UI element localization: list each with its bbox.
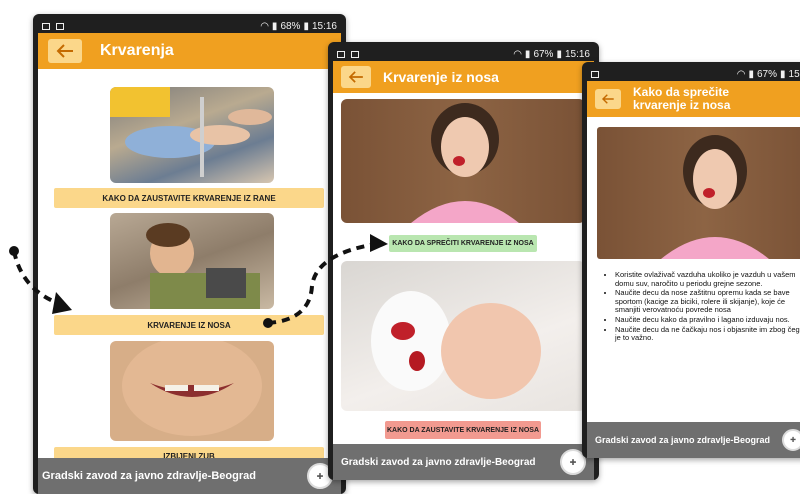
wound-bleeding-photo[interactable] [110,87,274,183]
card-list: KAKO DA ZAUSTAVITE KRVARENJE IZ RANE KRV… [38,69,341,465]
nosebleed-girl-image [411,103,519,223]
gallery-notification-icon [56,22,64,30]
phone-screen-kako-da-sprecite: ◠ ▮ 67% ▮ 15:1 Kako da sprečite krvarenj… [582,62,800,458]
card-label-wound-bleeding[interactable]: KAKO DA ZAUSTAVITE KRVARENJE IZ RANE [54,188,324,208]
signal-icon: ▮ [524,48,531,60]
card-label-stop-nosebleed[interactable]: KAKO DA ZAUSTAVITE KRVARENJE IZ NOSA [385,421,541,439]
nosebleed-girl-photo[interactable] [341,99,585,223]
phone-screen-krvarenja: ◠ ▮ 68% ▮ 15:16 Krvarenja KAKO DA ZAUSTA… [33,14,346,494]
wifi-icon: ◠ [736,68,746,80]
back-button[interactable] [595,89,621,109]
wifi-icon: ◠ [513,48,522,60]
tip-item: Naučite decu kako da pravilno i lagano i… [615,315,800,325]
status-time: 15:1 [788,68,800,80]
card-label-nosebleed[interactable]: KRVARENJE IZ NOSA [54,315,324,335]
wound-bleeding-image [110,87,272,177]
arrow-left-icon [601,94,614,104]
app-bar: Krvarenje iz nosa [333,61,594,93]
battery-level: 68% [280,20,301,32]
bloody-tissue-photo[interactable] [341,261,585,411]
page-title: Krvarenje iz nosa [383,69,499,85]
card-label-prevent-nosebleed[interactable]: KAKO DA SPREČITI KRVARENJE IZ NOSA [389,235,537,252]
battery-icon: ▮ [303,20,309,32]
nosebleed-boy-image [146,223,260,309]
app-bar: Krvarenja [38,33,341,69]
image-notification-icon [42,22,50,30]
nosebleed-girl-photo [597,127,800,259]
bloody-tissue-image [371,291,541,399]
gallery-notification-icon [351,50,359,58]
footer-org-name: Gradski zavod za javno zdravlje-Beograd [42,470,256,482]
page-title-line2: krvarenje iz nosa [633,98,731,112]
card-list: KAKO DA SPREČITI KRVARENJE IZ NOSA KAKO … [333,93,594,444]
back-button[interactable] [48,39,82,63]
page-title-block: Kako da sprečite krvarenje iz nosa [633,86,730,112]
app-bar: Kako da sprečite krvarenje iz nosa [587,81,800,117]
battery-icon: ▮ [780,68,786,80]
arrow-left-icon [348,71,363,83]
footer-bar: Gradski zavod za javno zdravlje-Beograd … [587,422,800,458]
footer-bar: Gradski zavod za javno zdravlje-Beograd … [38,458,341,494]
status-time: 15:16 [311,20,337,32]
status-bar: ◠ ▮ 68% ▮ 15:16 [38,19,341,33]
article-body: Koristite ovlaživač vazduha ukoliko je v… [587,117,800,422]
back-button[interactable] [341,66,371,88]
screen-krvarenje-iz-nosa: ◠ ▮ 67% ▮ 15:16 Krvarenje iz nosa KAKO D… [333,47,594,480]
image-notification-icon [591,70,599,78]
image-notification-icon [337,50,345,58]
institute-emblem-icon: ✚ [782,429,800,451]
knocked-out-tooth-image [122,341,262,436]
prevention-tips-list: Koristite ovlaživač vazduha ukoliko je v… [601,270,800,344]
footer-bar: Gradski zavod za javno zdravlje-Beograd … [333,444,594,480]
footer-org-name: Gradski zavod za javno zdravlje-Beograd [341,456,536,468]
status-bar: ◠ ▮ 67% ▮ 15:1 [587,67,800,81]
tip-item: Naučite decu da ne čačkaju nos i objasni… [615,325,800,343]
phone-screen-krvarenje-iz-nosa: ◠ ▮ 67% ▮ 15:16 Krvarenje iz nosa KAKO D… [328,42,599,480]
nosebleed-boy-photo[interactable] [110,213,274,309]
status-bar: ◠ ▮ 67% ▮ 15:16 [333,47,594,61]
battery-icon: ▮ [556,48,562,60]
nosebleed-girl-image [661,135,769,259]
battery-level: 67% [533,48,554,60]
knocked-out-tooth-photo[interactable] [110,341,274,441]
screen-krvarenja: ◠ ▮ 68% ▮ 15:16 Krvarenja KAKO DA ZAUSTA… [38,19,341,494]
tip-item: Koristite ovlaživač vazduha ukoliko je v… [615,270,800,288]
footer-org-name: Gradski zavod za javno zdravlje-Beograd [595,435,771,445]
screen-kako-da-sprecite: ◠ ▮ 67% ▮ 15:1 Kako da sprečite krvarenj… [587,67,800,458]
page-title: Krvarenja [100,42,174,59]
wifi-icon: ◠ [260,20,269,32]
arrow-left-icon [56,44,73,58]
tip-item: Naučite decu da nose zaštitnu opremu kad… [615,288,800,315]
signal-icon: ▮ [748,68,754,80]
signal-icon: ▮ [271,20,278,32]
battery-level: 67% [757,68,778,80]
status-time: 15:16 [564,48,590,60]
